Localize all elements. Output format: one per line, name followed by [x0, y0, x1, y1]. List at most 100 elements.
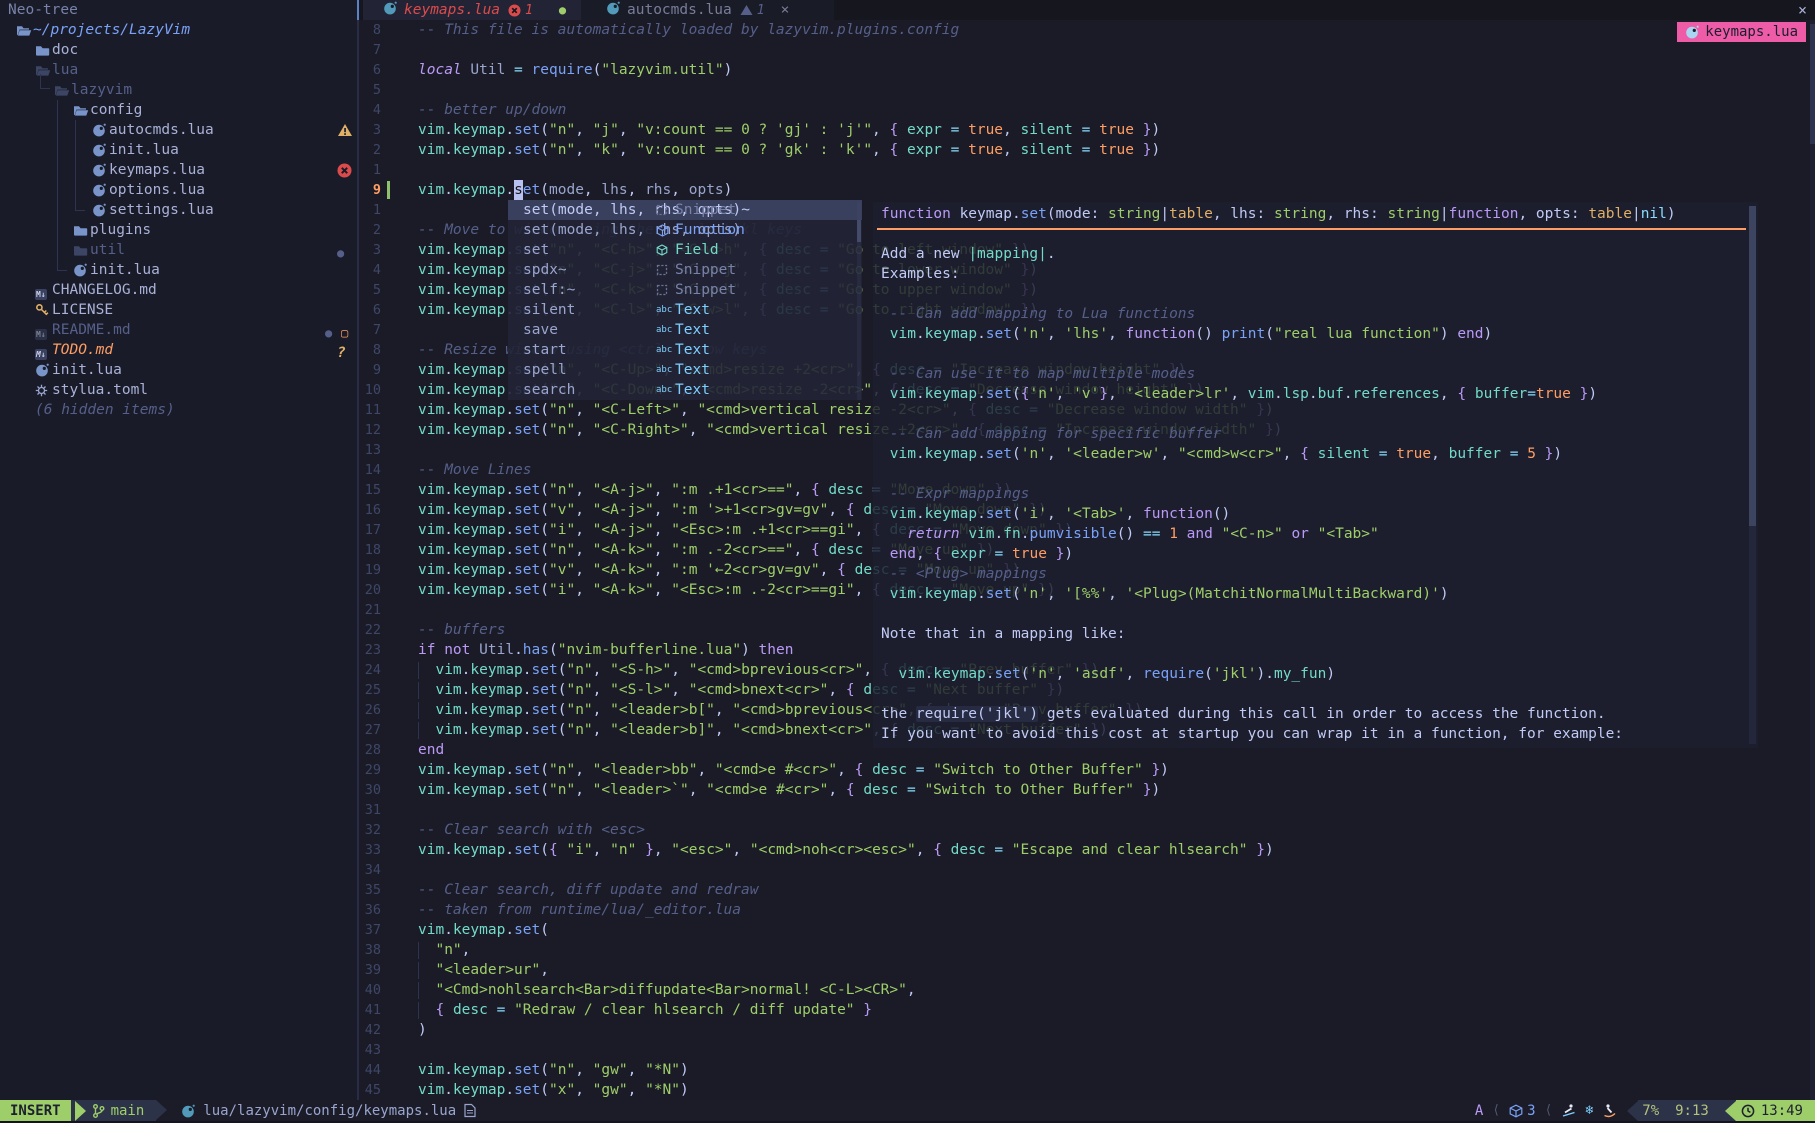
line-number: 41 [359, 1000, 381, 1020]
powerline-arrow [1725, 1101, 1736, 1121]
tree-item-lazyvim[interactable]: lazyvim [0, 80, 357, 100]
tab-keymaps[interactable]: keymaps.lua 1 ● [363, 0, 595, 20]
winbar-file-badge[interactable]: keymaps.lua [1677, 22, 1806, 42]
tree-item-lua[interactable]: lua [0, 60, 357, 80]
skier-icon [1561, 1103, 1576, 1118]
code-line[interactable]: 31 [359, 800, 1810, 820]
git-branch-segment[interactable]: main [71, 1100, 157, 1121]
line-number: 30 [359, 780, 381, 800]
code-line[interactable]: 2vim.keymap.set("n", "k", "v:count == 0 … [359, 140, 1810, 160]
tree-item--projects-lazyvim[interactable]: ~/projects/LazyVim [0, 20, 357, 40]
text-kind-icon: abc [656, 300, 670, 320]
completion-item[interactable]: self:~Snippet [508, 280, 862, 300]
code-line[interactable]: 29vim.keymap.set("n", "<leader>bb", "<cm… [359, 760, 1810, 780]
code-text: vim.keymap.set("n", "k", "v:count == 0 ?… [418, 140, 1160, 160]
docs-scrollbar-thumb[interactable] [1749, 206, 1756, 526]
line-number: 2 [359, 220, 381, 240]
line-number: 44 [359, 1060, 381, 1080]
git-change-bar [387, 181, 390, 199]
docs-line: return vim.fn.pumvisible() == 1 and "<C-… [881, 524, 1379, 544]
line-number: 6 [359, 60, 381, 80]
code-line[interactable]: 35-- Clear search, diff update and redra… [359, 880, 1810, 900]
code-line[interactable]: 6 local Util = require("lazyvim.util") [359, 60, 1810, 80]
docs-line: -- Can add mapping for specific buffer [881, 424, 1221, 444]
docs-line: Examples: [881, 264, 960, 284]
code-line[interactable]: 38 "n", [359, 940, 1810, 960]
completion-popup: set(mode, lhs, rhs, opts)~Snippetset(mod… [508, 200, 862, 400]
code-text: vim.keymap.set("n", "<leader>bb", "<cmd>… [418, 760, 1169, 780]
code-line[interactable]: 45vim.keymap.set("x", "gw", "*N") [359, 1080, 1810, 1100]
code-line[interactable]: 1 [359, 160, 1810, 180]
angle-separator-icon: ⟨ [1545, 1103, 1553, 1118]
code-line[interactable]: 40 "<Cmd>nohlsearch<Bar>diffupdate<Bar>n… [359, 980, 1810, 1000]
tab-autocmds[interactable]: autocmds.lua 1 × [581, 0, 834, 20]
tree-item-settings.lua[interactable]: settings.lua [0, 200, 357, 220]
tree-guide [40, 74, 50, 89]
tree-item-license[interactable]: LICENSE [0, 300, 357, 320]
tree-item-config[interactable]: config [0, 100, 357, 120]
line-number: 1 [359, 200, 381, 220]
code-line-current[interactable]: 9vim.keymap.set(mode, lhs, rhs, opts) [359, 180, 1810, 200]
line-number: 7 [359, 40, 381, 60]
code-line[interactable]: 7 [359, 40, 1810, 60]
completion-kind: abcText [656, 340, 710, 360]
code-line[interactable]: 5 [359, 80, 1810, 100]
text-cursor: s [514, 180, 523, 200]
completion-item[interactable]: searchabcText [508, 380, 862, 400]
tab-warning-count: 1 [757, 3, 765, 18]
tree-item-init.lua[interactable]: init.lua [0, 260, 357, 280]
tree-item-plugins[interactable]: plugins [0, 220, 357, 240]
tree-item-changelog.md[interactable]: M↓CHANGELOG.md [0, 280, 357, 300]
code-line[interactable]: 33vim.keymap.set({ "i", "n" }, "<esc>", … [359, 840, 1810, 860]
code-line[interactable]: 43 [359, 1040, 1810, 1060]
tree-item-options.lua[interactable]: options.lua [0, 180, 357, 200]
completion-item[interactable]: silentabcText [508, 300, 862, 320]
code-text: local Util = require("lazyvim.util") [418, 60, 732, 80]
mode-indicator: INSERT [0, 1100, 71, 1121]
editor-scrollbar-thumb[interactable] [1810, 24, 1815, 144]
code-line[interactable]: 30vim.keymap.set("n", "<leader>`", "<cmd… [359, 780, 1810, 800]
completion-item[interactable]: setField [508, 240, 862, 260]
tree-item-init.lua[interactable]: init.lua [0, 360, 357, 380]
code-line[interactable]: 34 [359, 860, 1810, 880]
code-line[interactable]: 4-- better up/down [359, 100, 1810, 120]
snippet-kind-icon [656, 284, 670, 296]
code-line[interactable]: 8-- This file is automatically loaded by… [359, 20, 1810, 40]
close-icon[interactable]: × [1798, 1, 1807, 19]
completion-item[interactable]: saveabcText [508, 320, 862, 340]
code-line[interactable]: 32-- Clear search with <esc> [359, 820, 1810, 840]
line-number: 15 [359, 480, 381, 500]
code-line[interactable]: 37vim.keymap.set( [359, 920, 1810, 940]
text-kind-icon: abc [656, 340, 670, 360]
completion-item[interactable]: set(mode, lhs, rhs, opts)~Snippet [508, 200, 862, 220]
tab-error-icon [508, 4, 521, 17]
tree-item-util[interactable]: util● [0, 240, 357, 260]
tree-item-todo.md[interactable]: M↓TODO.md? [0, 340, 357, 360]
code-text: -- Clear search, diff update and redraw [418, 880, 758, 900]
code-line[interactable]: 39 "<leader>ur", [359, 960, 1810, 980]
tab-close-icon[interactable]: × [781, 2, 790, 18]
tree-item-stylua.toml[interactable]: stylua.toml [0, 380, 357, 400]
completion-label: silent [523, 300, 575, 320]
tree-item-keymaps.lua[interactable]: keymaps.lua [0, 160, 357, 180]
tree-item-init.lua[interactable]: init.lua [0, 140, 357, 160]
code-line[interactable]: 44vim.keymap.set("n", "gw", "*N") [359, 1060, 1810, 1080]
editor-scrollbar-track[interactable] [1810, 20, 1815, 1100]
completion-item[interactable]: spdx~Snippet [508, 260, 862, 280]
completion-item[interactable]: set(mode, lhs, rhs, opts)Function [508, 220, 862, 240]
tree-item-label: LICENSE [52, 300, 113, 320]
tree-item-readme.md[interactable]: M↓README.md●▢ [0, 320, 357, 340]
completion-kind-label: Text [675, 380, 710, 400]
docs-line: vim.keymap.set('n', 'lhs', function() pr… [881, 324, 1492, 344]
completion-item[interactable]: start abcText [508, 340, 862, 360]
tree-item-label: init.lua [109, 140, 179, 160]
code-line[interactable]: 3vim.keymap.set("n", "j", "v:count == 0 … [359, 120, 1810, 140]
code-line[interactable]: 36-- taken from runtime/lua/_editor.lua [359, 900, 1810, 920]
completion-item[interactable]: spellabcText [508, 360, 862, 380]
completion-label: start [523, 340, 567, 360]
code-line[interactable]: 41 { desc = "Redraw / clear hlsearch / d… [359, 1000, 1810, 1020]
tree-item-autocmds.lua[interactable]: autocmds.lua [0, 120, 357, 140]
tree-item-doc[interactable]: doc [0, 40, 357, 60]
clock-icon [1741, 1104, 1755, 1118]
code-line[interactable]: 42) [359, 1020, 1810, 1040]
